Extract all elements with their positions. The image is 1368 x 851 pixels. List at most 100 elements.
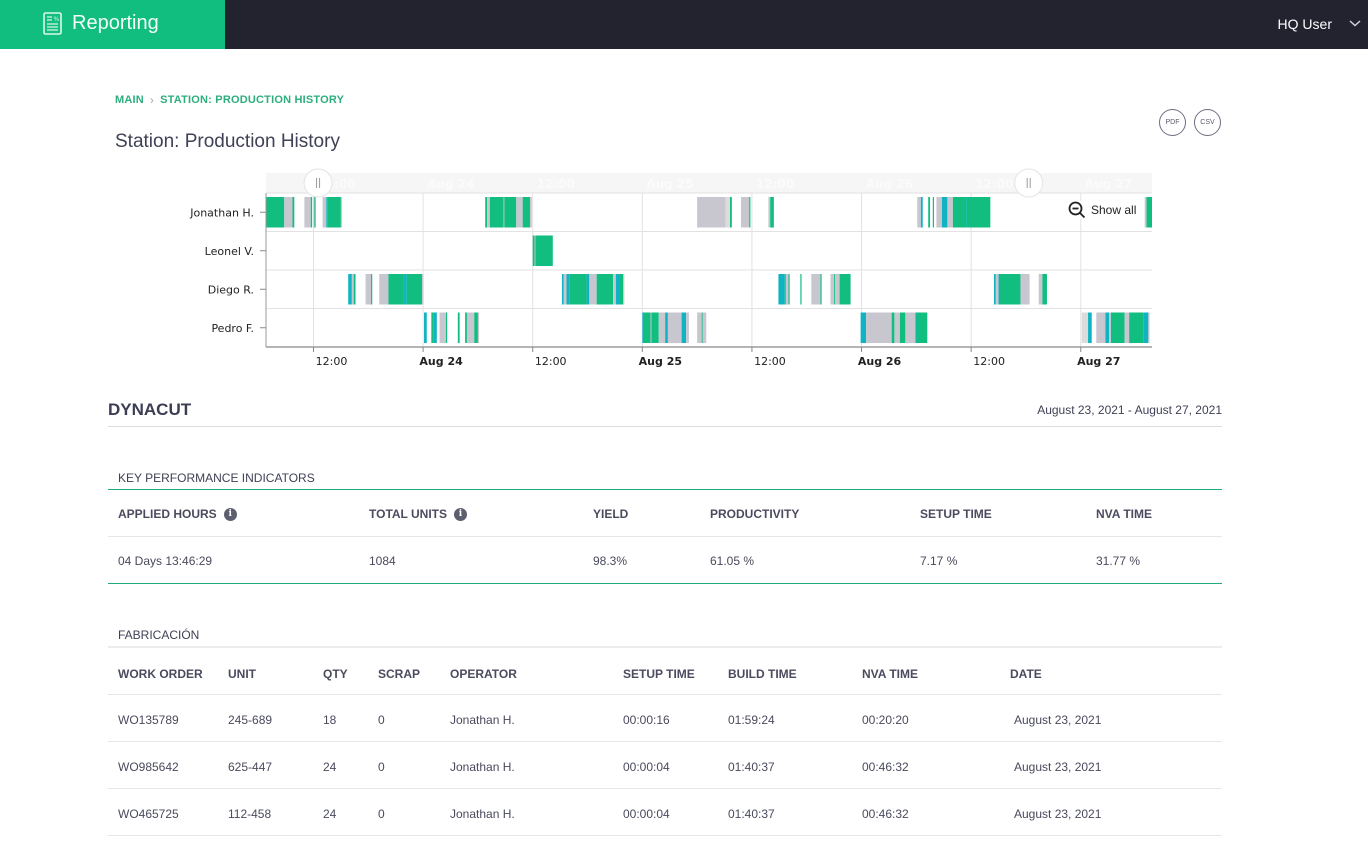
timeline-segment-setup [615,274,620,305]
col-scrap[interactable]: SCRAP [378,667,420,681]
timeline-segment-setup [403,274,407,305]
navigator-label: 12:00 [537,177,575,191]
x-tick-label: 12:00 [973,355,1005,368]
fabrication-table: WORK ORDER UNIT QTY SCRAP OPERATOR SETUP… [108,646,1222,836]
info-icon[interactable]: i [223,507,237,521]
timeline-segment-setup [860,312,867,343]
cell-operator: Jonathan H. [450,807,515,821]
kpi-value-applied-hours: 04 Days 13:46:29 [118,554,213,568]
col-work-order[interactable]: WORK ORDER [118,667,203,681]
timeline-segment-build [749,197,751,228]
timeline-svg: 12:00 Aug 24 12:00 Aug 25 12:00 Aug 26 12:00 Au… [189,168,1152,368]
col-operator[interactable]: OPERATOR [450,667,517,681]
timeline-segment-nva [623,274,625,305]
kpi-value-yield: 98.3% [593,554,628,568]
timeline-segment-nva [1096,312,1106,343]
breadcrumb-current[interactable]: STATION: PRODUCTION HISTORY [160,94,344,106]
show-all-label: Show all [1091,203,1137,217]
timeline-segment-build [800,274,802,305]
table-row[interactable]: WO135789 245-689 18 0 Jonathan H. 00:00:… [108,695,1222,742]
timeline-segment-build [522,197,530,228]
timeline-segment-idle [1081,312,1089,343]
timeline-segment-build [489,197,504,228]
kpi-value-nva-time: 31.77 % [1096,554,1141,568]
col-setup-time[interactable]: SETUP TIME [623,667,695,681]
page-title: Station: Production History [115,131,340,152]
navigator-label: 12:00 [975,177,1013,191]
timeline-segment-nva [830,274,835,305]
x-tick-label: Aug 27 [1077,355,1120,368]
timeline-segment-setup [665,312,668,343]
col-nva-time[interactable]: NVA TIME [862,667,918,681]
user-menu[interactable]: HQ User [1278,16,1332,32]
timeline-segment-build [485,197,488,228]
timeline-segment-setup [941,197,948,228]
timeline-segment-nva [351,274,354,305]
timeline-segment-nva [1148,312,1150,343]
col-build-time[interactable]: BUILD TIME [728,667,797,681]
kpi-header-productivity: PRODUCTIVITY [710,507,800,521]
timeline-segment-build [266,197,285,228]
app-brand[interactable]: % Reporting [0,0,225,49]
cell-date: August 23, 2021 [1014,713,1102,727]
info-icon[interactable]: i [454,507,467,521]
kpi-header-nva-time: NVA TIME [1096,507,1152,521]
cell-operator: Jonathan H. [450,760,515,774]
timeline-segment-build [619,274,624,305]
cell-nva-time: 00:46:32 [862,760,909,774]
table-row[interactable]: WO465725 112-458 24 0 Jonathan H. 00:00:… [108,789,1222,836]
timeline-segment-nva [422,274,424,305]
kpi-header-label: APPLIED HOURS [118,507,217,521]
timeline-segment-nva [466,312,475,343]
timeline-segment-build [999,274,1021,305]
cell-qty: 24 [323,760,337,774]
timeline-segment-nva [516,197,523,228]
kpi-header-label: TOTAL UNITS [369,507,447,521]
timeline-segment-nva [894,312,900,343]
timeline-segment-build [535,235,553,266]
export-csv-button[interactable]: CSV [1194,109,1221,136]
show-all-button[interactable]: Show all [1068,201,1137,219]
timeline-segment-build [457,312,460,343]
timeline-segment-nva [740,197,750,228]
cell-date: August 23, 2021 [1014,807,1102,821]
timeline-segment-build [839,274,851,305]
timeline-segment-build [1146,197,1152,228]
timeline-segment-build [1129,312,1144,343]
timeline-segment-nva [477,312,480,343]
navigator-label: Aug 24 [427,177,474,191]
chevron-down-icon[interactable] [1346,14,1364,32]
cell-nva-time: 00:20:20 [862,713,909,727]
timeline-segment-build [770,197,774,228]
export-pdf-button[interactable]: PDF [1159,109,1186,136]
range-handle[interactable] [1014,168,1044,198]
range-handle[interactable] [303,168,333,198]
zoom-out-icon [1068,201,1086,219]
col-unit[interactable]: UNIT [228,667,256,681]
y-tick-label: Diego R. [208,283,254,296]
timeline-segment-build [899,312,906,343]
table-row[interactable]: WO985642 625-447 24 0 Jonathan H. 00:00:… [108,742,1222,789]
cell-setup-time: 00:00:04 [623,760,670,774]
timeline-segment-setup [326,197,328,228]
kpi-section-label: KEY PERFORMANCE INDICATORS [118,471,315,485]
col-qty[interactable]: QTY [323,667,348,681]
cell-build-time: 01:59:24 [728,713,775,727]
cell-setup-time: 00:00:16 [623,713,670,727]
timeline-segment-nva [995,274,999,305]
timeline-segment-build [406,274,423,305]
timeline-segment-nva [667,312,682,343]
breadcrumb: MAIN › STATION: PRODUCTION HISTORY [115,93,344,107]
timeline-segment-nva [340,197,343,228]
report-icon: % [43,12,62,35]
cell-date: August 23, 2021 [1014,760,1102,774]
timeline-segment-nva [658,312,666,343]
timeline-segment-build [928,197,931,228]
col-date[interactable]: DATE [1010,667,1042,681]
timeline-segment-build [465,312,467,343]
timeline-segment-nva [439,312,446,343]
cell-unit: 625-447 [228,760,273,774]
y-tick-label: Pedro F. [211,322,254,335]
kpi-header-applied-hours: APPLIED HOURS i [118,507,237,521]
breadcrumb-main[interactable]: MAIN [115,94,144,106]
